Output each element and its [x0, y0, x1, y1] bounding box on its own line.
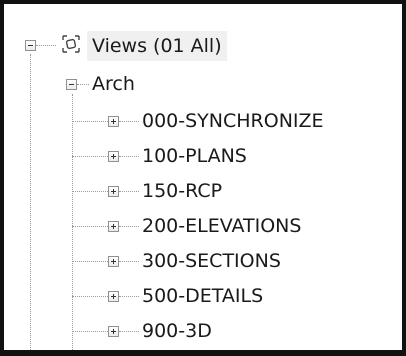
- tree-connector: [119, 296, 139, 297]
- tree-node-label: 900-3D: [142, 320, 212, 342]
- tree-connector: [119, 156, 139, 157]
- tree-node-label: 500-DETAILS: [142, 285, 264, 307]
- views-icon: [62, 35, 80, 53]
- tree-connector: [72, 156, 108, 157]
- tree-connector: [72, 296, 108, 297]
- tree-guide-line: [72, 94, 73, 350]
- tree-node-label: 150-RCP: [142, 180, 223, 202]
- tree-node-group[interactable]: 000-SYNCHRONIZE: [72, 104, 398, 138]
- tree-node-label: 200-ELEVATIONS: [142, 215, 302, 237]
- tree-connector: [72, 331, 108, 332]
- tree-connector: [72, 121, 108, 122]
- tree-node-group[interactable]: 200-ELEVATIONS: [72, 209, 398, 243]
- collapse-icon[interactable]: [25, 40, 36, 51]
- tree-connector: [119, 121, 139, 122]
- tree-connector: [119, 226, 139, 227]
- tree-node-group[interactable]: 500-DETAILS: [72, 279, 398, 313]
- tree-connector: [72, 261, 108, 262]
- tree-connector: [119, 331, 139, 332]
- tree-node-label: 300-SECTIONS: [142, 250, 281, 272]
- tree-guide-line: [30, 54, 31, 350]
- tree-node-group[interactable]: 150-RCP: [72, 174, 398, 208]
- tree-connector: [77, 84, 89, 85]
- tree-node-views[interactable]: Views (01 All): [25, 28, 285, 62]
- tree-node-label: 100-PLANS: [142, 145, 247, 167]
- project-browser-panel: Views (01 All) Arch 000-SYNCHRONIZE 100-…: [0, 0, 406, 356]
- tree-connector: [119, 191, 139, 192]
- expand-icon[interactable]: [108, 116, 119, 127]
- tree-node-group[interactable]: 300-SECTIONS: [72, 244, 398, 278]
- collapse-icon[interactable]: [66, 79, 77, 90]
- tree-connector: [36, 45, 56, 46]
- tree-connector: [119, 261, 139, 262]
- expand-icon[interactable]: [108, 256, 119, 267]
- tree-node-group[interactable]: 100-PLANS: [72, 139, 398, 173]
- tree-node-label: Arch: [92, 73, 135, 95]
- expand-icon[interactable]: [108, 326, 119, 337]
- views-tree: Views (01 All) Arch 000-SYNCHRONIZE 100-…: [4, 4, 402, 350]
- tree-node-group[interactable]: 900-3D: [72, 314, 398, 348]
- tree-node-label: Views (01 All): [87, 31, 227, 61]
- expand-icon[interactable]: [108, 151, 119, 162]
- tree-node-arch[interactable]: Arch: [66, 67, 266, 101]
- tree-connector: [72, 191, 108, 192]
- expand-icon[interactable]: [108, 221, 119, 232]
- expand-icon[interactable]: [108, 186, 119, 197]
- tree-connector: [72, 226, 108, 227]
- expand-icon[interactable]: [108, 291, 119, 302]
- tree-node-label: 000-SYNCHRONIZE: [142, 110, 324, 132]
